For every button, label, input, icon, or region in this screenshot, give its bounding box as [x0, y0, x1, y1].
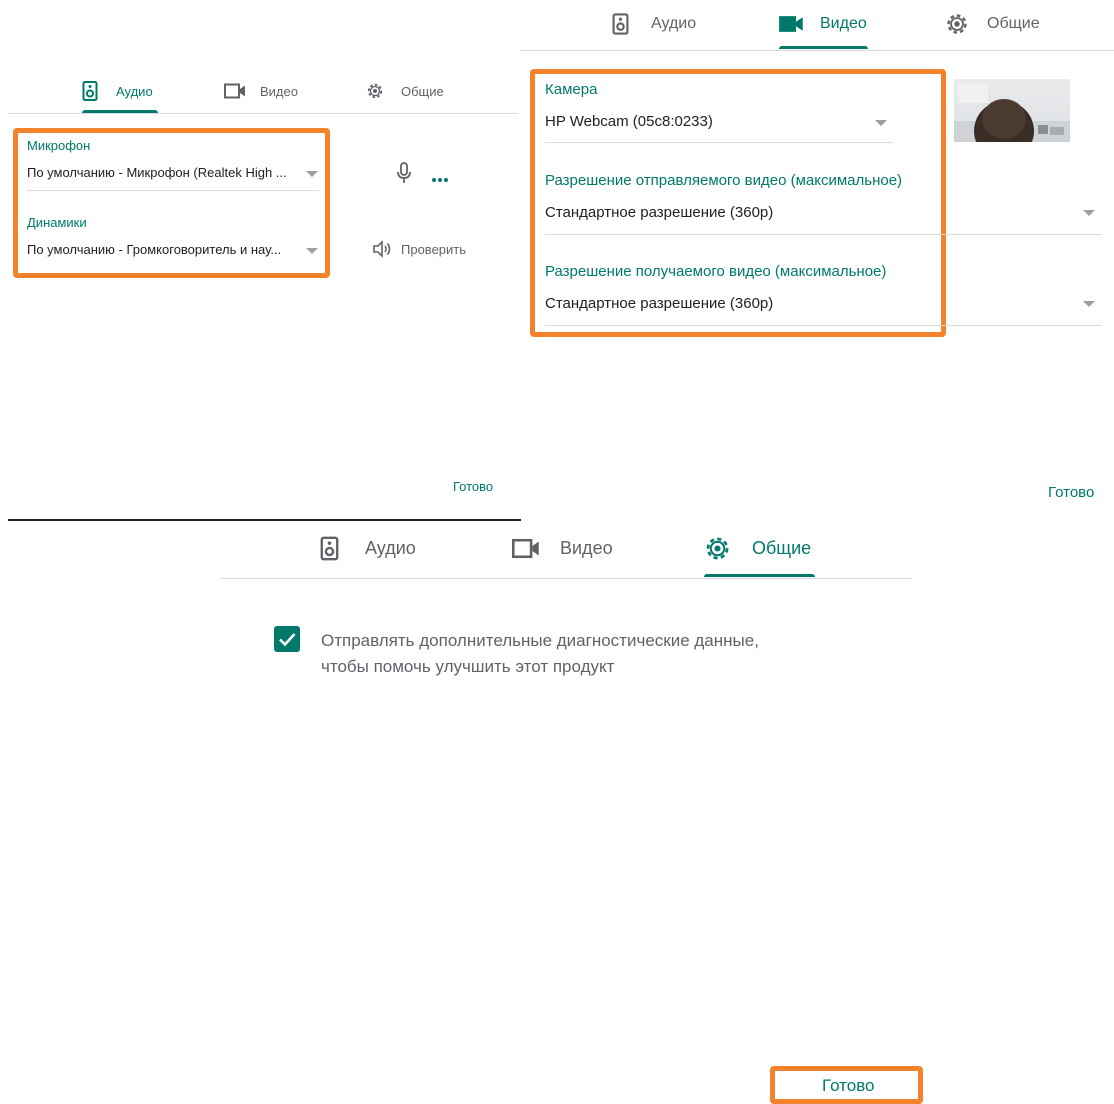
panel-bottom-border	[8, 519, 521, 521]
tab-general[interactable]: Общие	[365, 80, 444, 102]
volume-icon	[372, 240, 392, 258]
camera-label: Камера	[545, 81, 598, 98]
camera-select-value: HP Webcam (05c8:0233)	[545, 113, 713, 130]
diagnostics-checkbox[interactable]	[274, 626, 300, 652]
microphone-select-value: По умолчанию - Микрофон (Realtek High ..…	[27, 165, 287, 180]
speakers-label: Динамики	[27, 215, 87, 230]
tab-video[interactable]: Видео	[512, 535, 613, 561]
video-camera-icon	[224, 83, 246, 99]
tab-divider	[8, 113, 518, 114]
tab-audio-label: Аудио	[116, 83, 153, 99]
tab-audio-label: Аудио	[651, 15, 697, 32]
tab-general[interactable]: Общие	[945, 12, 1040, 36]
video-camera-icon	[779, 15, 804, 33]
checkmark-icon	[279, 633, 296, 647]
camera-preview	[954, 79, 1070, 142]
tab-video-label: Видео	[260, 83, 298, 99]
chevron-down-icon	[306, 171, 318, 177]
tab-active-indicator	[779, 46, 868, 49]
chevron-down-icon	[875, 120, 887, 126]
gear-icon	[945, 12, 969, 36]
gear-icon	[704, 535, 731, 562]
tab-divider	[520, 50, 1114, 51]
microphone-select[interactable]: По умолчанию - Микрофон (Realtek High ..…	[27, 160, 319, 191]
send-resolution-value: Стандартное разрешение (360p)	[545, 204, 774, 221]
microphone-label: Микрофон	[27, 138, 91, 153]
gear-icon	[365, 81, 385, 101]
tab-video[interactable]: Видео	[224, 80, 298, 102]
more-options-icon[interactable]	[431, 170, 449, 188]
diagnostics-label-line1: Отправлять дополнительные диагностически…	[321, 631, 759, 650]
test-speakers-button[interactable]: Проверить	[372, 240, 466, 258]
send-resolution-select[interactable]: Стандартное разрешение (360p)	[545, 199, 1102, 235]
chevron-down-icon	[1083, 210, 1095, 216]
tab-audio-label: Аудио	[365, 537, 416, 558]
microphone-icon	[396, 162, 412, 189]
tab-general-label: Общие	[987, 15, 1040, 32]
receive-resolution-label: Разрешение получаемого видео (максимальн…	[545, 263, 887, 280]
speaker-icon	[82, 81, 98, 101]
tab-audio[interactable]: Аудио	[612, 12, 696, 36]
speaker-icon	[612, 13, 629, 35]
tab-active-indicator	[704, 574, 815, 577]
tab-general-label: Общие	[401, 83, 444, 99]
chevron-down-icon	[1083, 301, 1095, 307]
video-camera-icon	[512, 538, 540, 559]
speaker-icon	[320, 536, 339, 561]
tab-divider	[220, 578, 912, 579]
receive-resolution-select[interactable]: Стандартное разрешение (360p)	[545, 290, 1102, 326]
diagnostics-label-line2: чтобы помочь улучшить этот продукт	[321, 657, 615, 676]
done-button[interactable]: Готово	[822, 1076, 875, 1096]
send-resolution-label: Разрешение отправляемого видео (максимал…	[545, 172, 903, 189]
speakers-select-value: По умолчанию - Громкоговоритель и нау...	[27, 242, 282, 257]
receive-resolution-value: Стандартное разрешение (360p)	[545, 295, 774, 312]
tab-video-label: Видео	[820, 15, 867, 32]
chevron-down-icon	[306, 248, 318, 254]
test-speakers-label: Проверить	[401, 241, 467, 257]
tab-video[interactable]: Видео	[779, 12, 867, 36]
speakers-select[interactable]: По умолчанию - Громкоговоритель и нау...	[27, 237, 319, 267]
done-button[interactable]: Готово	[453, 479, 493, 494]
tab-audio[interactable]: Аудио	[82, 80, 153, 102]
tab-general-label: Общие	[752, 537, 812, 558]
tab-general[interactable]: Общие	[704, 535, 811, 561]
tab-audio[interactable]: Аудио	[320, 535, 416, 561]
camera-select[interactable]: HP Webcam (05c8:0233)	[545, 108, 893, 143]
tab-video-label: Видео	[560, 537, 613, 558]
done-button[interactable]: Готово	[1048, 484, 1094, 501]
diagnostics-label: Отправлять дополнительные диагностически…	[321, 628, 759, 680]
